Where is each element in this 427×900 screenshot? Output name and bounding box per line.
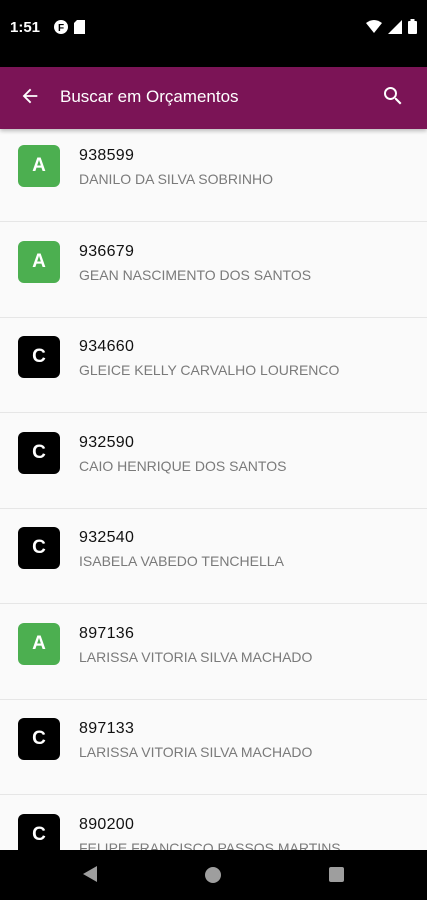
list-item[interactable]: C 932540 ISABELA VABEDO TENCHELLA [0, 509, 427, 604]
list-item[interactable]: C 897133 LARISSA VITORIA SILVA MACHADO [0, 700, 427, 795]
sd-card-icon [74, 20, 85, 39]
budget-number: 938599 [79, 147, 135, 164]
status-avatar: C [18, 336, 60, 378]
list-item[interactable]: C 932590 CAIO HENRIQUE DOS SANTOS [0, 414, 427, 509]
arrow-left-icon [19, 85, 41, 112]
client-name: GEAN NASCIMENTO DOS SANTOS [79, 266, 312, 283]
nav-recents-icon[interactable] [329, 867, 344, 882]
client-name: LARISSA VITORIA SILVA MACHADO [79, 744, 313, 760]
status-avatar: A [18, 622, 60, 665]
budget-number: 890200 [79, 815, 135, 833]
budget-number: 897136 [79, 624, 135, 642]
client-name: ISABELA VABEDO TENCHELLA [79, 553, 284, 569]
status-avatar: C [18, 718, 60, 760]
status-time: 1:51 [10, 19, 41, 36]
list-item[interactable]: A 936679 GEAN NASCIMENTO DOS SANTOS [0, 223, 427, 318]
budget-list[interactable]: A 938599 DANILO DA SILVA SOBRINHO A 936679 GE… [0, 129, 427, 850]
status-right-icons [366, 19, 417, 39]
budget-number: 932590 [79, 433, 135, 451]
app-bar: Buscar em Orçamentos [0, 67, 427, 129]
page-title: Buscar em Orçamentos [60, 87, 239, 106]
status-bar: 1:51 F [0, 0, 427, 67]
status-left-icons: F [54, 20, 85, 39]
status-avatar: A [18, 145, 60, 187]
search-icon [381, 84, 405, 113]
svg-text:F: F [58, 23, 64, 34]
client-name: GLEICE KELLY CARVALHO LOURENCO [79, 362, 340, 378]
budget-number: 897133 [79, 720, 135, 737]
status-avatar: C [18, 813, 60, 850]
status-avatar: A [18, 240, 60, 283]
status-avatar: C [18, 431, 60, 474]
client-name: LARISSA VITORIA SILVA MACHADO [79, 648, 313, 665]
client-name: CAIO HENRIQUE DOS SANTOS [79, 457, 287, 474]
cellular-signal-icon [388, 19, 402, 39]
list-item[interactable]: C 934660 GLEICE KELLY CARVALHO LOURENCO [0, 318, 427, 413]
back-button[interactable] [14, 82, 46, 114]
nav-home-icon[interactable] [205, 867, 221, 883]
list-item[interactable]: A 897136 LARISSA VITORIA SILVA MACHADO [0, 605, 427, 700]
list-item[interactable]: C 890200 FELIPE FRANCISCO PASSOS MARTINS [0, 796, 427, 851]
budget-number: 934660 [79, 338, 135, 355]
search-button[interactable] [377, 82, 409, 114]
budget-number: 932540 [79, 529, 135, 546]
wifi-icon [366, 19, 382, 39]
notification-f-icon: F [54, 20, 68, 39]
battery-icon [408, 19, 417, 39]
client-name: FELIPE FRANCISCO PASSOS MARTINS [79, 839, 341, 851]
nav-back-icon[interactable] [83, 866, 97, 887]
list-item[interactable]: A 938599 DANILO DA SILVA SOBRINHO [0, 129, 427, 222]
navigation-bar [0, 850, 427, 900]
client-name: DANILO DA SILVA SOBRINHO [79, 171, 273, 187]
status-avatar: C [18, 527, 60, 569]
budget-number: 936679 [79, 242, 135, 260]
